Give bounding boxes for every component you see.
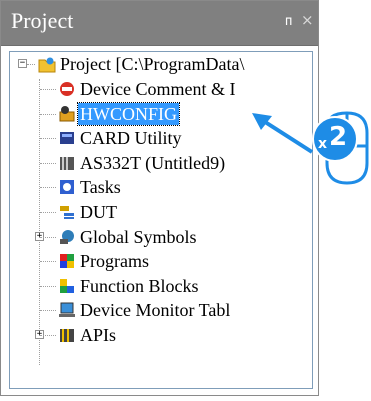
- tree-root-label: Project [C:\ProgramData\: [60, 54, 245, 74]
- badge-count: 2: [329, 122, 348, 152]
- tree-branch: [40, 89, 56, 90]
- panel-titlebar: Project ᴨ ×: [1, 1, 318, 46]
- tree-item[interactable]: Device Comment & I: [58, 78, 312, 100]
- tree-item[interactable]: Global Symbols: [58, 226, 312, 248]
- card-utility-icon: [58, 129, 76, 147]
- tree-item-label: AS332T (Untitled9): [80, 152, 226, 173]
- tree-item-label: Programs: [80, 251, 149, 272]
- tree-branch: [27, 64, 35, 65]
- tree-branch: [40, 261, 56, 263]
- tree-item[interactable]: Device Monitor Tabl: [58, 299, 312, 321]
- tree-branch: [40, 113, 56, 115]
- annotation-arrow: [252, 113, 314, 154]
- tree-item-label: Device Comment & I: [80, 79, 236, 99]
- tree-item[interactable]: Programs: [58, 250, 312, 272]
- tree-item-label: DUT: [80, 202, 117, 222]
- pin-icon[interactable]: ᴨ: [285, 14, 292, 29]
- double-click-badge: x 2: [312, 116, 358, 162]
- tree-guide-children: [39, 79, 40, 365]
- programs-icon: [58, 252, 76, 270]
- plc-device-icon: [58, 154, 76, 172]
- tree-branch: [40, 187, 56, 189]
- tree-item[interactable]: Tasks: [58, 176, 312, 198]
- tree-item-label: Tasks: [80, 177, 121, 198]
- tree-item-label: HWCONFIG: [77, 101, 180, 126]
- tree-item-label: Device Monitor Tabl: [80, 300, 231, 321]
- tree-branch: [40, 212, 56, 213]
- project-panel: Project ᴨ × − Project [C:\ProgramData\ D…: [0, 0, 319, 396]
- tree-item[interactable]: Function Blocks: [58, 275, 312, 297]
- hwconfig-icon: [58, 105, 76, 123]
- panel-title: Project: [11, 8, 74, 33]
- tree-root-project[interactable]: Project [C:\ProgramData\: [38, 53, 312, 75]
- tree-branch: [40, 236, 56, 238]
- tree-item[interactable]: DUT: [58, 201, 312, 223]
- tasks-icon: [58, 178, 76, 196]
- device-comment-icon: [58, 80, 76, 98]
- tree-branch: [40, 335, 56, 336]
- apis-icon: [58, 326, 76, 344]
- tree-branch: [40, 162, 56, 164]
- function-blocks-icon: [58, 277, 76, 295]
- tree-item-label: APIs: [80, 325, 117, 345]
- project-tree[interactable]: − Project [C:\ProgramData\ Device Commen…: [9, 51, 313, 389]
- tree-branch: [40, 138, 56, 140]
- tree-item-label: Function Blocks: [80, 275, 199, 296]
- badge-prefix: x: [318, 136, 328, 152]
- tree-item-label: CARD Utility: [80, 128, 182, 149]
- close-icon[interactable]: ×: [301, 11, 314, 29]
- tree-branch: [40, 310, 56, 312]
- root-expander[interactable]: −: [18, 59, 27, 68]
- tree-item[interactable]: APIs: [58, 324, 312, 346]
- project-folder-icon: [38, 55, 56, 73]
- global-symbols-icon: [58, 228, 76, 246]
- dut-icon: [58, 203, 76, 221]
- tree-item-label: Global Symbols: [80, 226, 197, 247]
- tree-branch: [40, 285, 56, 287]
- device-monitor-icon: [58, 301, 76, 319]
